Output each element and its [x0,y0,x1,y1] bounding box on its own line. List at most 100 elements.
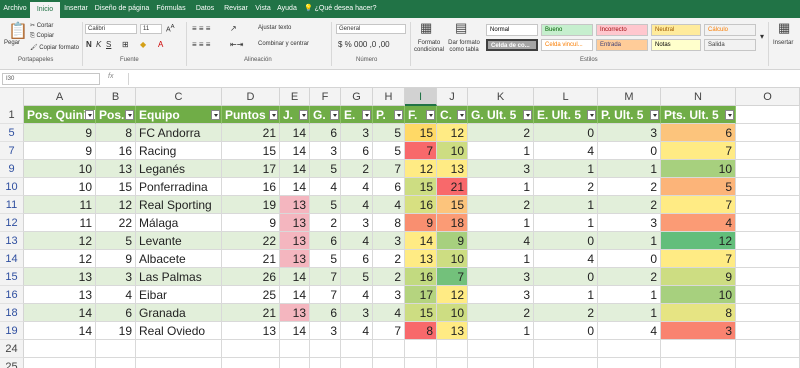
cell-b[interactable]: 15 [96,178,136,196]
align-top-icon[interactable]: ≡ ≡ ≡ [192,24,210,33]
tell-me-search[interactable]: 💡 ¿Qué desea hacer? [304,0,394,18]
cell-e[interactable]: 13 [280,214,310,232]
number-format-select[interactable]: General [336,24,406,34]
cell-h[interactable]: 8 [373,214,405,232]
row-header[interactable]: 24 [0,340,24,358]
cell-m[interactable]: 0 [598,142,661,160]
cell-o[interactable] [736,196,800,214]
fx-icon[interactable]: fx [108,73,113,80]
cell-c[interactable]: FC Andorra [136,124,222,142]
cell-j[interactable] [437,340,468,358]
formula-input[interactable] [128,73,796,85]
cell-h[interactable]: 5 [373,142,405,160]
style-entrada[interactable]: Entrada [596,39,648,51]
cell-o[interactable] [736,358,800,368]
cell-n[interactable]: 5 [661,178,736,196]
cell-i[interactable]: 15 [405,124,437,142]
tab-insertar[interactable]: Insertar [60,0,92,18]
cell-i[interactable] [405,358,437,368]
cell-a[interactable]: 14 [24,304,96,322]
cell-a[interactable]: 12 [24,232,96,250]
cell-b[interactable] [96,358,136,368]
cell-i[interactable]: 17 [405,286,437,304]
merge-center-button[interactable]: Combinar y centrar [258,41,309,47]
cell-a[interactable]: 14 [24,322,96,340]
cell-l[interactable]: 1 [534,196,598,214]
cell-j[interactable]: 21 [437,178,468,196]
table-header-cell[interactable]: F. [405,106,437,124]
cell-a[interactable]: 10 [24,160,96,178]
cell-h[interactable]: 7 [373,160,405,178]
table-header-cell[interactable]: Puntos [222,106,280,124]
cell-c[interactable]: Real Oviedo [136,322,222,340]
filter-dropdown-icon[interactable] [211,110,220,120]
bold-button[interactable]: N [86,40,92,49]
orientation-icon[interactable]: ↗ [230,24,237,33]
style-neutral[interactable]: Neutral [651,24,701,36]
cell-a[interactable]: 11 [24,214,96,232]
column-header-k[interactable]: K [468,88,534,106]
cell-f[interactable]: 7 [310,286,341,304]
cell-f[interactable]: 3 [310,322,341,340]
cell-g[interactable]: 4 [341,322,373,340]
font-size-select[interactable]: 11 [140,24,162,34]
column-header-g[interactable]: G [341,88,373,106]
cell-n[interactable]: 7 [661,142,736,160]
row-header[interactable]: 16 [0,286,24,304]
table-header-cell[interactable]: Pos. Quiniela [24,106,96,124]
cell-k[interactable]: 3 [468,268,534,286]
cell-j[interactable]: 18 [437,214,468,232]
cell-l[interactable]: 0 [534,124,598,142]
cell-h[interactable]: 3 [373,286,405,304]
filter-dropdown-icon[interactable] [587,110,596,120]
row-header[interactable]: 13 [0,232,24,250]
column-header-a[interactable]: A [24,88,96,106]
tab-vista[interactable]: Vista [252,0,274,18]
cell-o[interactable] [736,340,800,358]
style-celda-vinculada[interactable]: Celda vincul... [541,39,593,51]
cell-a[interactable]: 13 [24,286,96,304]
cell-h[interactable]: 3 [373,232,405,250]
filter-dropdown-icon[interactable] [125,110,134,120]
cell-l[interactable]: 0 [534,232,598,250]
cell-a[interactable] [24,340,96,358]
cell-j[interactable]: 12 [437,286,468,304]
cell-g[interactable] [341,340,373,358]
cell-g[interactable]: 6 [341,142,373,160]
cell-i[interactable]: 16 [405,268,437,286]
cell-h[interactable]: 6 [373,178,405,196]
cell-j[interactable]: 13 [437,322,468,340]
cell-k[interactable]: 3 [468,160,534,178]
cell-o[interactable] [736,214,800,232]
cell-j[interactable]: 10 [437,250,468,268]
table-header-cell[interactable]: E. Ult. 5 [534,106,598,124]
row-header[interactable]: 14 [0,250,24,268]
cell-j[interactable]: 15 [437,196,468,214]
cell-b[interactable]: 3 [96,268,136,286]
cell-n[interactable]: 10 [661,286,736,304]
cell-l[interactable]: 2 [534,304,598,322]
tab-f-rmulas[interactable]: Fórmulas [152,0,190,18]
style-notas[interactable]: Notas [651,39,701,51]
insert-cells-button[interactable]: Insertar [773,40,793,46]
cell-m[interactable]: 2 [598,196,661,214]
font-name-select[interactable]: Calibri [85,24,137,34]
cell-o[interactable] [736,304,800,322]
cell-f[interactable]: 6 [310,124,341,142]
cell-n[interactable]: 7 [661,250,736,268]
cell-b[interactable]: 16 [96,142,136,160]
cell-i[interactable]: 14 [405,232,437,250]
cell-e[interactable]: 14 [280,142,310,160]
cell-i[interactable]: 16 [405,196,437,214]
cell-g[interactable]: 3 [341,124,373,142]
cell-k[interactable]: 1 [468,214,534,232]
cell-n[interactable]: 10 [661,160,736,178]
cell-e[interactable]: 14 [280,286,310,304]
cell-l[interactable] [534,358,598,368]
cell-d[interactable]: 25 [222,286,280,304]
cell-a[interactable] [24,358,96,368]
cell-e[interactable] [280,340,310,358]
select-all-corner[interactable] [0,88,24,106]
cell-o[interactable] [736,160,800,178]
cell-n[interactable] [661,340,736,358]
